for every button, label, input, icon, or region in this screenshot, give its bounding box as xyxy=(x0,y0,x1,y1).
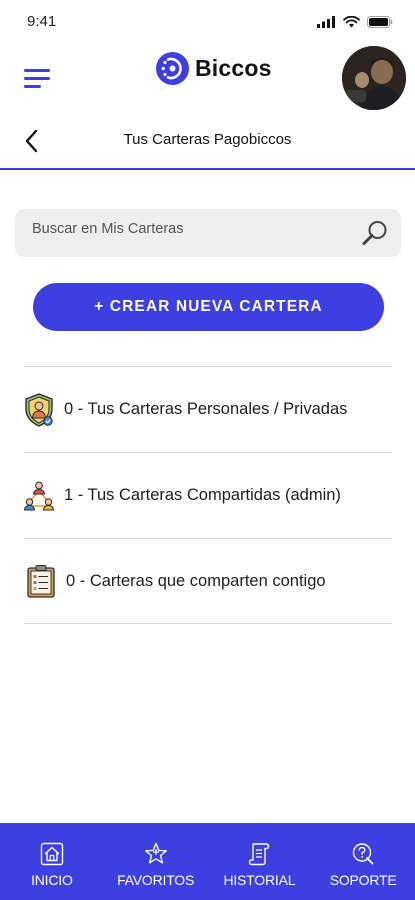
create-wallet-button[interactable]: + CREAR NUEVA CARTERA xyxy=(33,283,384,331)
nav-label: HISTORIAL xyxy=(223,872,296,888)
app-header: Biccos xyxy=(0,46,415,118)
wallet-item-label: 0 - Tus Carteras Personales / Privadas xyxy=(64,400,348,418)
personal-shield-icon xyxy=(25,392,53,427)
status-icons xyxy=(317,16,393,28)
support-icon xyxy=(352,843,374,865)
status-time: 9:41 xyxy=(27,13,57,30)
nav-label: FAVORITOS xyxy=(117,872,195,888)
bottom-nav: INICIO FAVORITOS HISTORIAL SOPORTE xyxy=(0,823,415,900)
wallet-item-shared[interactable]: 1 - Tus Carteras Compartidas (admin) xyxy=(24,452,392,538)
nav-item-inicio[interactable]: INICIO xyxy=(0,823,104,900)
wallet-item-label: 1 - Tus Carteras Compartidas (admin) xyxy=(64,486,341,504)
title-bar: Tus Carteras Pagobiccos xyxy=(0,118,415,170)
hamburger-menu-icon[interactable] xyxy=(24,68,52,90)
wallet-item-personal[interactable]: 0 - Tus Carteras Personales / Privadas xyxy=(24,366,392,452)
brand-name: Biccos xyxy=(195,55,272,81)
wallet-item-shared-with-me[interactable]: 0 - Carteras que comparten contigo xyxy=(24,538,392,624)
search-input[interactable] xyxy=(32,221,332,237)
battery-icon xyxy=(367,16,393,28)
search-icon[interactable] xyxy=(361,219,389,247)
nav-item-historial[interactable]: HISTORIAL xyxy=(208,823,312,900)
shared-group-icon xyxy=(24,481,54,510)
clipboard-list-icon xyxy=(27,565,55,598)
biccos-logo-icon xyxy=(156,52,189,85)
search-bar xyxy=(15,209,401,257)
wallet-item-label: 0 - Carteras que comparten contigo xyxy=(66,571,326,590)
nav-item-favoritos[interactable]: FAVORITOS xyxy=(104,823,208,900)
star-icon xyxy=(144,842,167,864)
home-icon xyxy=(40,842,64,866)
nav-label: INICIO xyxy=(31,872,73,888)
scroll-icon xyxy=(249,843,270,866)
user-avatar[interactable] xyxy=(342,46,406,110)
brand-logo: Biccos xyxy=(156,52,272,85)
nav-label: SOPORTE xyxy=(329,872,397,888)
status-bar: 9:41 xyxy=(0,0,415,46)
signal-icon xyxy=(317,16,335,28)
wallet-list: 0 - Tus Carteras Personales / Privadas 1… xyxy=(24,366,392,624)
nav-item-soporte[interactable]: SOPORTE xyxy=(311,823,415,900)
page-title: Tus Carteras Pagobiccos xyxy=(123,131,292,148)
wifi-icon xyxy=(343,16,360,28)
